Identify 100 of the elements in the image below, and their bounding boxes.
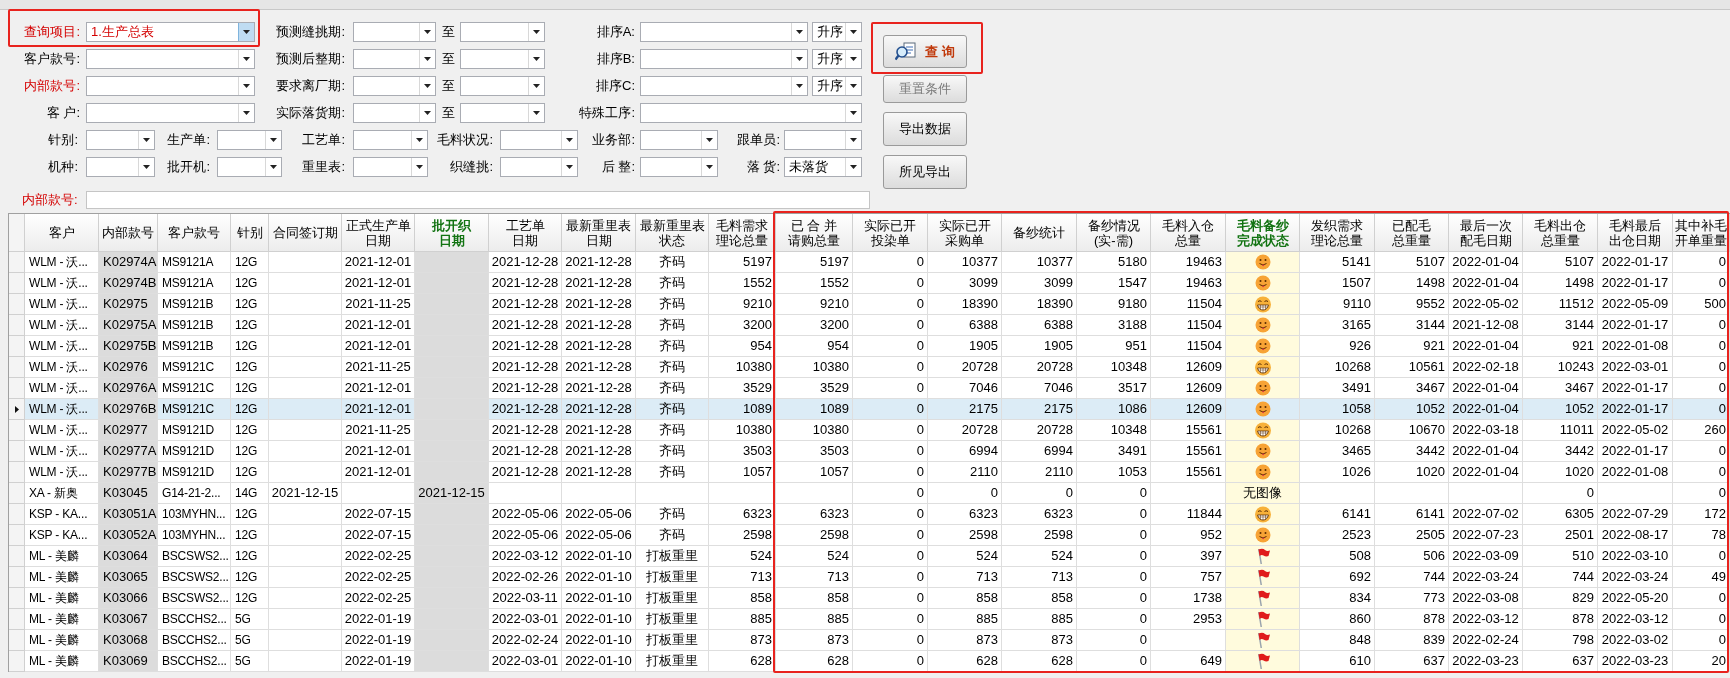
dropdown[interactable] xyxy=(86,129,155,150)
dropdown[interactable] xyxy=(460,48,545,69)
table-cell: 2022-07-23 xyxy=(1449,525,1523,546)
dropdown[interactable] xyxy=(86,75,255,96)
dropdown[interactable] xyxy=(500,156,578,177)
column-header[interactable]: 已配毛 总重量 xyxy=(1375,214,1449,252)
caret-icon xyxy=(850,137,857,142)
table-cell: 3099 xyxy=(928,273,1002,294)
table-cell: 12G xyxy=(231,378,269,399)
dropdown[interactable]: 未落货 xyxy=(784,156,862,177)
column-header[interactable]: 最新重里表 日期 xyxy=(562,214,636,252)
table-cell: 0 xyxy=(1077,546,1151,567)
caret-icon xyxy=(424,110,431,115)
table-cell: 78 xyxy=(1673,525,1730,546)
search-icon xyxy=(895,41,918,62)
table-cell: 260 xyxy=(1673,420,1730,441)
row-header[interactable] xyxy=(9,399,25,420)
dropdown[interactable] xyxy=(640,21,808,42)
table-cell: 12G xyxy=(231,567,269,588)
column-header[interactable]: 合同签订期 xyxy=(269,214,342,252)
column-header[interactable]: 毛料出仓 总重量 xyxy=(1523,214,1598,252)
dropdown[interactable] xyxy=(460,75,545,96)
action-button[interactable]: 所见导出 xyxy=(883,155,967,189)
dropdown[interactable] xyxy=(217,156,282,177)
dropdown[interactable]: 升序 xyxy=(812,75,862,96)
table-cell: 19463 xyxy=(1151,252,1226,273)
dropdown[interactable] xyxy=(353,102,436,123)
dropdown[interactable] xyxy=(460,102,545,123)
column-header[interactable]: 最后一次 配毛日期 xyxy=(1449,214,1523,252)
table-cell: 2022-01-19 xyxy=(342,651,415,672)
dropdown[interactable]: 升序 xyxy=(812,21,862,42)
table-cell: XA - 新奥 xyxy=(25,483,99,504)
column-header[interactable]: 批开织 日期 xyxy=(415,214,489,252)
column-header[interactable]: 毛料入仓 总量 xyxy=(1151,214,1226,252)
dropdown[interactable] xyxy=(500,129,578,150)
table-cell: MS9121A xyxy=(158,273,231,294)
table-cell: 2021-12-28 xyxy=(562,462,636,483)
column-header[interactable]: 已 合 并 请购总量 xyxy=(776,214,853,252)
dropdown[interactable] xyxy=(640,129,718,150)
table-cell: 2022-01-04 xyxy=(1449,252,1523,273)
column-header[interactable]: 发织需求 理论总量 xyxy=(1300,214,1375,252)
dropdown[interactable] xyxy=(640,102,862,123)
dropdown[interactable] xyxy=(86,102,255,123)
dropdown[interactable] xyxy=(217,129,282,150)
caret-icon xyxy=(533,110,540,115)
dropdown[interactable] xyxy=(640,156,718,177)
column-header[interactable]: 毛料需求 理论总量 xyxy=(709,214,776,252)
table-cell: 0 xyxy=(1673,315,1730,336)
dropdown[interactable] xyxy=(640,75,808,96)
table-cell: 921 xyxy=(1375,336,1449,357)
column-header[interactable]: 工艺单 日期 xyxy=(489,214,562,252)
column-header[interactable]: 内部款号 xyxy=(99,214,158,252)
dropdown[interactable] xyxy=(353,21,436,42)
table-cell: 713 xyxy=(928,567,1002,588)
column-header[interactable]: 毛料备纱 完成状态 xyxy=(1226,214,1300,252)
table-cell: 0 xyxy=(853,483,928,504)
dropdown[interactable] xyxy=(353,156,428,177)
dropdown[interactable] xyxy=(640,48,808,69)
dropdown[interactable] xyxy=(353,129,428,150)
table-cell: 858 xyxy=(776,588,853,609)
search-button[interactable]: 查 询 xyxy=(883,35,967,68)
column-header[interactable]: 备纱统计 xyxy=(1002,214,1077,252)
caret-icon xyxy=(850,164,857,169)
dropdown[interactable] xyxy=(86,156,155,177)
table-cell: 12G xyxy=(231,315,269,336)
dropdown[interactable] xyxy=(353,48,436,69)
table-cell: 2022-01-04 xyxy=(1449,462,1523,483)
column-header[interactable]: 客户款号 xyxy=(158,214,231,252)
table-cell: 9552 xyxy=(1375,294,1449,315)
column-header[interactable]: 实际已开 采购单 xyxy=(928,214,1002,252)
input-field[interactable] xyxy=(85,191,870,209)
table-cell: 2022-01-04 xyxy=(1449,273,1523,294)
column-header[interactable]: 备纱情况 (实-需) xyxy=(1077,214,1151,252)
table-cell: 2022-01-04 xyxy=(1449,378,1523,399)
table-cell: 0 xyxy=(1673,441,1730,462)
table-cell: 0 xyxy=(1673,357,1730,378)
dropdown[interactable] xyxy=(784,129,862,150)
dropdown[interactable]: 升序 xyxy=(812,48,862,69)
column-header[interactable]: 毛料最后 出仓日期 xyxy=(1598,214,1673,252)
dropdown[interactable] xyxy=(460,21,545,42)
table-cell: 打板重里 xyxy=(636,630,709,651)
table-cell: 0 xyxy=(1077,483,1151,504)
table-cell: 10380 xyxy=(776,357,853,378)
column-header[interactable]: 客户 xyxy=(25,214,99,252)
table-cell: 6388 xyxy=(1002,315,1077,336)
column-header[interactable]: 针别 xyxy=(231,214,269,252)
column-header[interactable]: 其中补毛 开单重量 xyxy=(1673,214,1730,252)
table-cell: 3465 xyxy=(1300,441,1375,462)
dropdown[interactable]: 1.生产总表 xyxy=(86,21,255,42)
column-header[interactable]: 最新重里表 状态 xyxy=(636,214,709,252)
table-cell: 打板重里 xyxy=(636,588,709,609)
dropdown[interactable] xyxy=(86,48,255,69)
dropdown[interactable] xyxy=(353,75,436,96)
table-cell: 0 xyxy=(1077,525,1151,546)
table-cell: 11844 xyxy=(1151,504,1226,525)
action-button[interactable]: 导出数据 xyxy=(883,112,967,146)
column-header[interactable]: 实际已开 投染单 xyxy=(853,214,928,252)
column-header[interactable]: 正式生产单 日期 xyxy=(342,214,415,252)
table-cell: 齐码 xyxy=(636,441,709,462)
table-cell: 2175 xyxy=(1002,399,1077,420)
